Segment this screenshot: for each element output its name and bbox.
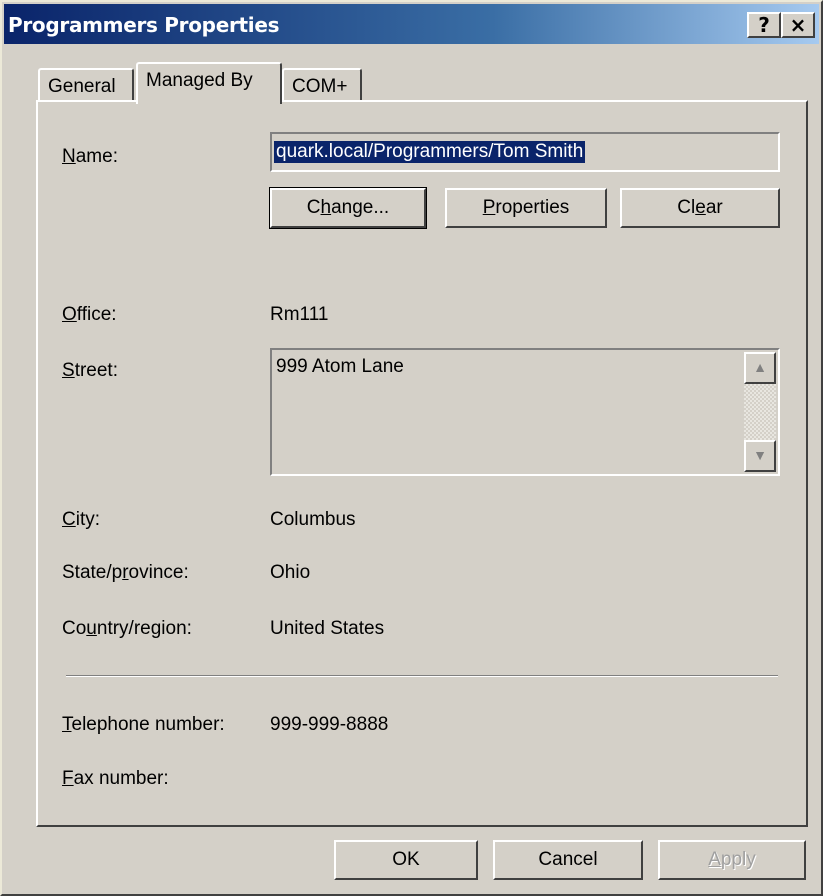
fax-label: Fax number: bbox=[62, 768, 169, 789]
street-field[interactable]: 999 Atom Lane ▲ ▼ bbox=[270, 348, 780, 476]
name-value: quark.local/Programmers/Tom Smith bbox=[274, 141, 586, 163]
managed-by-panel: Name: quark.local/Programmers/Tom Smith … bbox=[36, 100, 808, 827]
street-scrollbar[interactable]: ▲ ▼ bbox=[744, 352, 776, 472]
help-icon: ? bbox=[758, 13, 770, 37]
name-field[interactable]: quark.local/Programmers/Tom Smith bbox=[270, 132, 780, 172]
tab-managed-by[interactable]: Managed By bbox=[136, 62, 282, 104]
state-label: State/province: bbox=[62, 562, 189, 583]
separator bbox=[66, 675, 778, 677]
cancel-button[interactable]: Cancel bbox=[493, 840, 643, 880]
tab-managed-by-label: Managed By bbox=[146, 70, 253, 91]
office-value: Rm111 bbox=[270, 304, 329, 325]
tab-general-label: General bbox=[48, 76, 116, 97]
change-button[interactable]: Change... bbox=[269, 187, 427, 229]
telephone-label: Telephone number: bbox=[62, 714, 225, 735]
country-label: Country/region: bbox=[62, 618, 192, 639]
apply-button[interactable]: Apply bbox=[658, 840, 806, 880]
street-label: Street: bbox=[62, 360, 118, 381]
close-button[interactable]: × bbox=[781, 12, 815, 38]
close-icon: × bbox=[789, 13, 807, 37]
tab-com-plus-label: COM+ bbox=[292, 76, 348, 97]
name-label: Name: bbox=[62, 146, 118, 167]
tab-com-plus[interactable]: COM+ bbox=[282, 68, 362, 104]
street-value: 999 Atom Lane bbox=[276, 356, 404, 377]
scroll-down-icon[interactable]: ▼ bbox=[744, 440, 776, 472]
scroll-up-icon[interactable]: ▲ bbox=[744, 352, 776, 384]
state-value: Ohio bbox=[270, 562, 311, 583]
scroll-track[interactable] bbox=[744, 384, 776, 440]
tab-general[interactable]: General bbox=[38, 68, 134, 104]
help-button[interactable]: ? bbox=[747, 12, 781, 38]
title-bar[interactable]: Programmers Properties ? × bbox=[4, 4, 819, 44]
ok-button[interactable]: OK bbox=[334, 840, 478, 880]
clear-button[interactable]: Clear bbox=[620, 188, 780, 228]
telephone-value: 999-999-8888 bbox=[270, 714, 389, 735]
city-label: City: bbox=[62, 509, 101, 530]
city-value: Columbus bbox=[270, 509, 356, 530]
properties-dialog: Programmers Properties ? × General Manag… bbox=[0, 0, 823, 896]
country-value: United States bbox=[270, 618, 385, 639]
window-title: Programmers Properties bbox=[8, 13, 280, 37]
properties-button[interactable]: Properties bbox=[445, 188, 607, 228]
office-label: Office: bbox=[62, 304, 117, 325]
